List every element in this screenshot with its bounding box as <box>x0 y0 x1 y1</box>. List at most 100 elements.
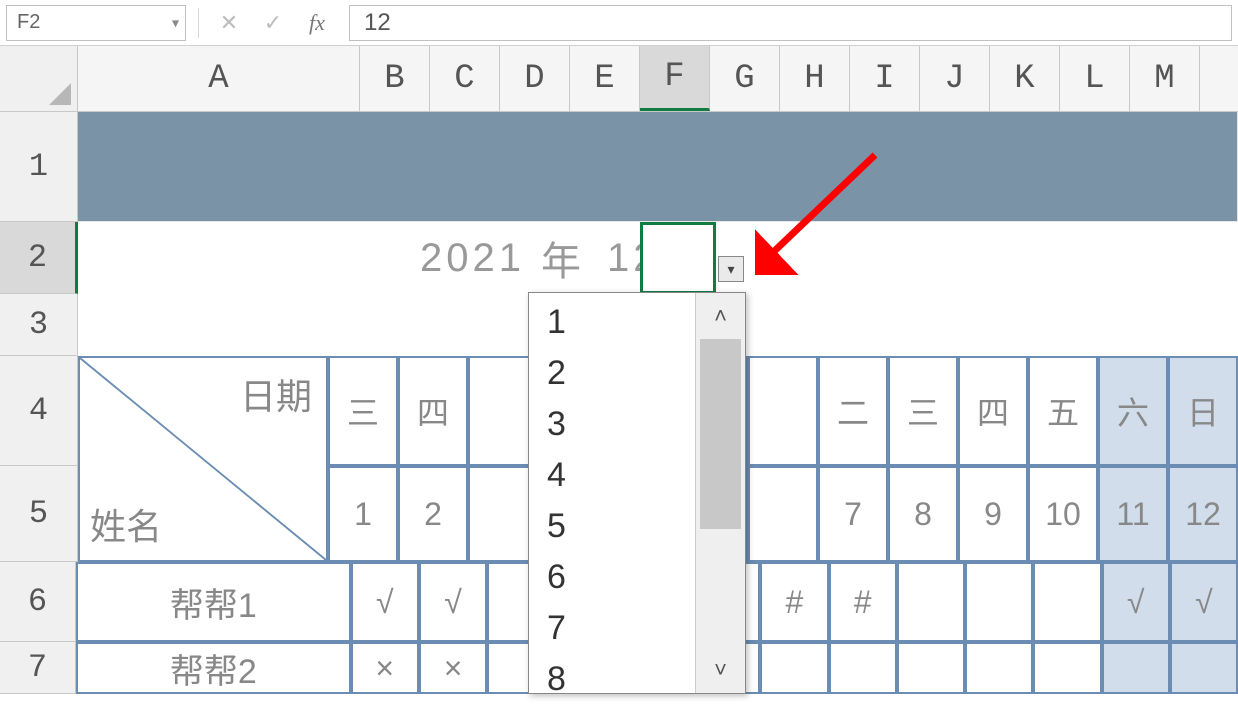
mark-1-H[interactable]: # <box>829 562 897 642</box>
weekday-H[interactable]: 二 <box>818 356 888 466</box>
mark-2-I[interactable] <box>897 642 965 694</box>
data-validation-dropdown-button[interactable]: ▾ <box>718 256 744 282</box>
col-header-K[interactable]: K <box>990 46 1060 111</box>
scroll-track[interactable] <box>696 339 745 647</box>
name-box[interactable]: F2 ▾ <box>6 5 186 41</box>
mark-2-K[interactable] <box>1033 642 1101 694</box>
name-box-dropdown-icon[interactable]: ▾ <box>172 14 179 31</box>
month-value: 12 <box>607 236 660 281</box>
col-header-C[interactable]: C <box>430 46 500 111</box>
weekday-B[interactable]: 三 <box>328 356 398 466</box>
column-headers: A B C D E F G H I J K L M <box>0 46 1238 112</box>
separator <box>198 8 199 38</box>
dropdown-option[interactable]: 4 <box>529 450 695 501</box>
row-header-4[interactable]: 4 <box>0 356 78 466</box>
formula-input[interactable]: 12 <box>349 5 1232 41</box>
mark-2-B[interactable]: × <box>351 642 419 694</box>
row-header-7[interactable]: 7 <box>0 642 76 694</box>
dropdown-option[interactable]: 8 <box>529 654 695 705</box>
col-header-J[interactable]: J <box>920 46 990 111</box>
mark-1-K[interactable] <box>1033 562 1101 642</box>
diag-label-date: 日期 <box>240 368 312 420</box>
month-unit: 月 <box>673 229 717 287</box>
mark-2-C[interactable]: × <box>419 642 487 694</box>
name-cell-2[interactable]: 帮帮2 <box>76 642 351 694</box>
mark-1-M[interactable]: √ <box>1170 562 1238 642</box>
daynum-K[interactable]: 10 <box>1028 466 1098 562</box>
row-header-1[interactable]: 1 <box>0 112 78 222</box>
title-banner[interactable] <box>78 112 1238 222</box>
weekday-I[interactable]: 三 <box>888 356 958 466</box>
mark-1-C[interactable]: √ <box>419 562 487 642</box>
weekday-G2[interactable] <box>748 356 818 466</box>
weekday-C[interactable]: 四 <box>398 356 468 466</box>
insert-function-button[interactable]: fx <box>299 5 335 41</box>
mark-2-J[interactable] <box>965 642 1033 694</box>
col-header-A[interactable]: A <box>78 46 360 111</box>
weekday-M[interactable]: 日 <box>1168 356 1238 466</box>
col-header-M[interactable]: M <box>1130 46 1200 111</box>
mark-1-L[interactable]: √ <box>1102 562 1170 642</box>
select-all-triangle[interactable] <box>0 46 78 111</box>
year-month-area[interactable]: 2021 年 12 月 <box>360 222 850 294</box>
mark-2-H[interactable] <box>829 642 897 694</box>
col-header-F[interactable]: F <box>640 46 710 111</box>
row-header-6[interactable]: 6 <box>0 562 76 642</box>
mark-1-J[interactable] <box>965 562 1033 642</box>
daynum-H[interactable]: 7 <box>818 466 888 562</box>
name-box-value: F2 <box>17 11 40 34</box>
col-header-G[interactable]: G <box>710 46 780 111</box>
year-value: 2021 <box>420 236 525 281</box>
scroll-thumb[interactable] <box>700 339 741 529</box>
mark-1-I[interactable] <box>897 562 965 642</box>
check-icon: ✓ <box>264 10 282 36</box>
dropdown-scrollbar[interactable]: ˄ ˅ <box>695 293 745 693</box>
dropdown-option[interactable]: 2 <box>529 348 695 399</box>
col-header-L[interactable]: L <box>1060 46 1130 111</box>
dropdown-option[interactable]: 7 <box>529 603 695 654</box>
col-header-E[interactable]: E <box>570 46 640 111</box>
data-validation-list[interactable]: 1 2 3 4 5 6 7 8 ˄ ˅ <box>528 292 746 694</box>
row-header-5[interactable]: 5 <box>0 466 78 562</box>
dropdown-option[interactable]: 3 <box>529 399 695 450</box>
daynum-B[interactable]: 1 <box>328 466 398 562</box>
mark-2-M[interactable] <box>1170 642 1238 694</box>
confirm-button[interactable]: ✓ <box>255 5 291 41</box>
cancel-button[interactable]: ✕ <box>211 5 247 41</box>
daynum-L[interactable]: 11 <box>1098 466 1168 562</box>
weekday-L[interactable]: 六 <box>1098 356 1168 466</box>
weekday-J[interactable]: 四 <box>958 356 1028 466</box>
dropdown-option[interactable]: 6 <box>529 552 695 603</box>
col-header-B[interactable]: B <box>360 46 430 111</box>
mark-2-G2[interactable] <box>760 642 828 694</box>
year-unit: 年 <box>541 229 585 287</box>
row-header-3[interactable]: 3 <box>0 294 78 356</box>
col-header-D[interactable]: D <box>500 46 570 111</box>
daynum-M[interactable]: 12 <box>1168 466 1238 562</box>
mark-1-G2[interactable]: # <box>760 562 828 642</box>
mark-2-L[interactable] <box>1102 642 1170 694</box>
formula-value: 12 <box>364 9 391 37</box>
dropdown-option[interactable]: 5 <box>529 501 695 552</box>
col-header-I[interactable]: I <box>850 46 920 111</box>
formula-bar: F2 ▾ ✕ ✓ fx 12 <box>0 0 1238 46</box>
fx-icon: fx <box>309 10 325 36</box>
scroll-down-icon[interactable]: ˅ <box>696 647 745 693</box>
dropdown-option[interactable]: 1 <box>529 297 695 348</box>
daynum-G2[interactable] <box>748 466 818 562</box>
chevron-down-icon: ▾ <box>727 261 734 278</box>
daynum-I[interactable]: 8 <box>888 466 958 562</box>
daynum-C[interactable]: 2 <box>398 466 468 562</box>
name-cell-1[interactable]: 帮帮1 <box>76 562 351 642</box>
daynum-J[interactable]: 9 <box>958 466 1028 562</box>
dropdown-options: 1 2 3 4 5 6 7 8 <box>529 293 695 693</box>
row-header-2[interactable]: 2 <box>0 222 78 294</box>
mark-1-B[interactable]: √ <box>351 562 419 642</box>
diagonal-header-cell[interactable]: 日期 姓名 <box>78 356 328 562</box>
x-icon: ✕ <box>220 10 238 36</box>
cell-A2[interactable] <box>78 222 360 294</box>
weekday-K[interactable]: 五 <box>1028 356 1098 466</box>
scroll-up-icon[interactable]: ˄ <box>696 293 745 339</box>
col-header-H[interactable]: H <box>780 46 850 111</box>
diag-label-name: 姓名 <box>90 498 162 550</box>
